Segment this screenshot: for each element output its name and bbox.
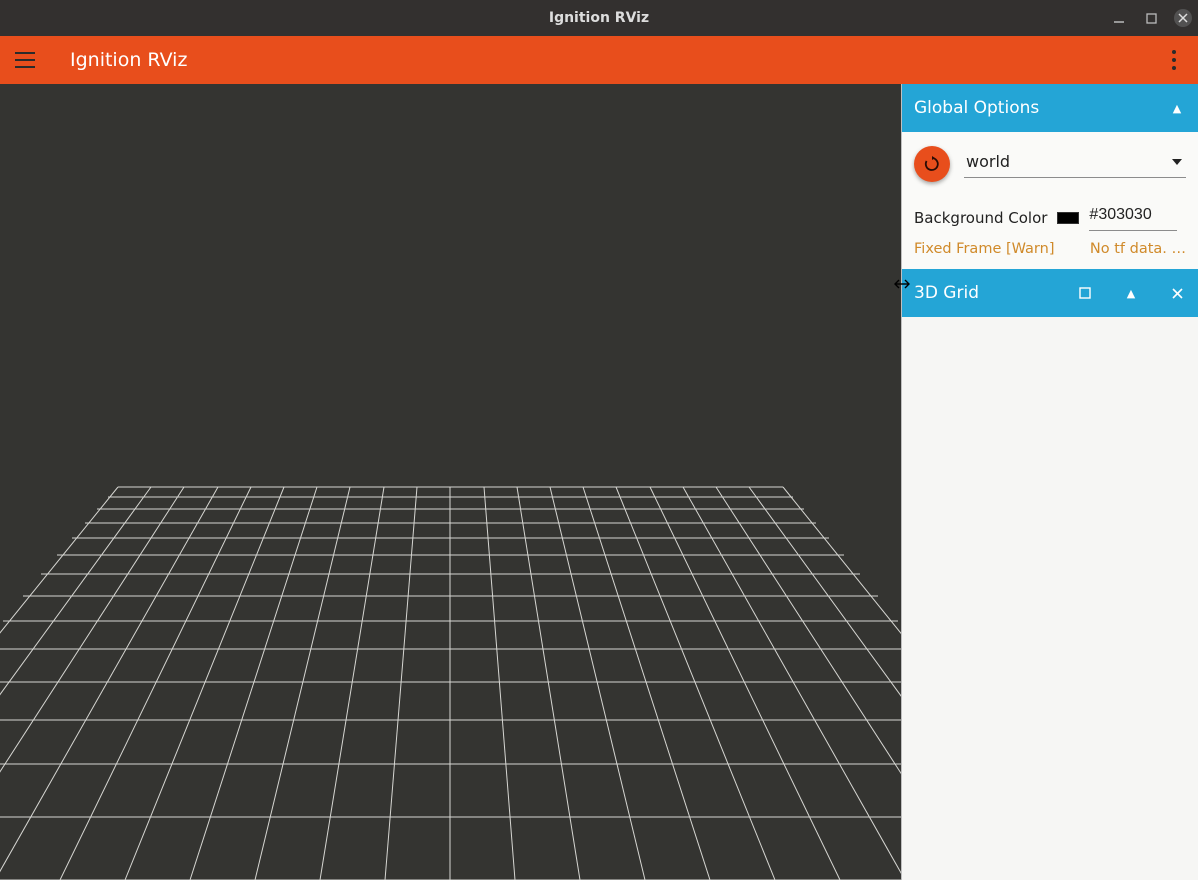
global-options-body: world Background Color: [902, 132, 1198, 241]
background-color-label: Background Color: [914, 209, 1047, 227]
global-options-title: Global Options: [914, 98, 1168, 118]
3d-grid-header[interactable]: 3D Grid ▲: [902, 269, 1198, 317]
chevron-up-icon: ▲: [1173, 102, 1181, 115]
close-panel-button[interactable]: [1168, 284, 1186, 302]
fixed-frame-value: world: [966, 152, 1010, 171]
hamburger-icon: [15, 52, 35, 68]
panel-resize-handle[interactable]: [892, 274, 912, 294]
app-header: Ignition RViz: [0, 36, 1198, 84]
refresh-icon: [924, 156, 940, 172]
3d-viewport[interactable]: [0, 84, 901, 880]
menu-button[interactable]: [8, 43, 42, 77]
3d-grid-title: 3D Grid: [914, 283, 1076, 303]
overflow-menu-button[interactable]: [1162, 43, 1186, 77]
chevron-up-icon: ▲: [1127, 287, 1135, 300]
dot-icon: [1172, 66, 1176, 70]
window-titlebar: Ignition RViz: [0, 0, 1198, 36]
side-panel-fill: [902, 317, 1198, 880]
window-controls: [1110, 0, 1192, 36]
side-panel: Global Options ▲ world: [901, 84, 1198, 880]
warning-label: Fixed Frame [Warn]: [914, 241, 1054, 257]
grid-overlay: [0, 84, 901, 880]
resize-horizontal-icon: [894, 279, 910, 289]
background-color-input[interactable]: [1089, 204, 1177, 231]
dot-icon: [1172, 58, 1176, 62]
background-color-swatch[interactable]: [1057, 212, 1079, 224]
maximize-button[interactable]: [1142, 9, 1160, 27]
fixed-frame-select[interactable]: world: [964, 150, 1186, 178]
background-color-row: Background Color: [914, 204, 1186, 231]
chevron-down-icon: [1172, 159, 1182, 165]
fixed-frame-row: world: [914, 146, 1186, 182]
app-title: Ignition RViz: [70, 49, 187, 71]
collapse-panel-button[interactable]: ▲: [1122, 284, 1140, 302]
dot-icon: [1172, 50, 1176, 54]
fixed-frame-warning: Fixed Frame [Warn] No tf data. …: [902, 241, 1198, 269]
global-options-header[interactable]: Global Options ▲: [902, 84, 1198, 132]
refresh-frames-button[interactable]: [914, 146, 950, 182]
close-icon: [1172, 288, 1183, 299]
warning-text: No tf data. …: [1090, 241, 1186, 257]
square-icon: [1079, 287, 1091, 299]
undock-panel-button[interactable]: [1076, 284, 1094, 302]
close-button[interactable]: [1174, 9, 1192, 27]
app-body: Global Options ▲ world: [0, 84, 1198, 880]
minimize-button[interactable]: [1110, 9, 1128, 27]
window-title: Ignition RViz: [0, 10, 1198, 26]
collapse-button[interactable]: ▲: [1168, 99, 1186, 117]
